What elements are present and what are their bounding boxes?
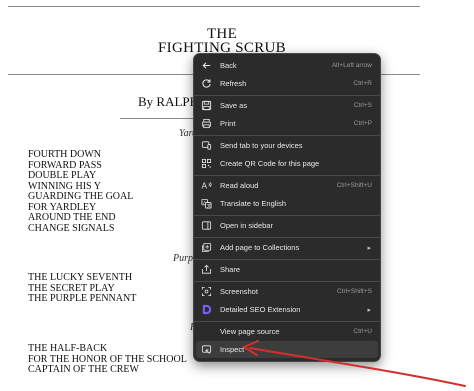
- menu-separator: [194, 175, 380, 176]
- collections-icon: [196, 239, 216, 256]
- svg-text:A: A: [201, 182, 207, 191]
- menu-separator: [194, 215, 380, 216]
- menu-item-shortcut: Ctrl+Shift+U: [336, 182, 372, 189]
- menu-item-screenshot[interactable]: Screenshot Ctrl+Shift+S: [196, 283, 378, 300]
- menu-item-label: Translate to English: [220, 199, 287, 208]
- menu-separator: [194, 135, 380, 136]
- translate-icon: A文: [196, 195, 216, 212]
- book-title: AROUND THE END: [28, 212, 116, 223]
- menu-item-translate[interactable]: A文 Translate to English: [196, 195, 378, 212]
- menu-item-save-as[interactable]: Save as Ctrl+S: [196, 97, 378, 114]
- book-title: CAPTAIN OF THE CREW: [28, 364, 139, 375]
- menu-item-shortcut: Ctrl+R: [353, 80, 372, 87]
- menu-item-shortcut: Ctrl+S: [353, 102, 372, 109]
- section3-book-list: THE HALF-BACK FOR THE HONOR OF THE SCHOO…: [28, 343, 187, 376]
- menu-separator: [194, 321, 380, 322]
- byline: By RALPH: [138, 94, 200, 109]
- menu-item-label: Refresh: [220, 79, 247, 88]
- menu-item-shortcut: Ctrl+P: [353, 120, 372, 127]
- book-title: CHANGE SIGNALS: [28, 222, 115, 234]
- read-aloud-icon: A: [196, 177, 216, 194]
- sidebar-icon: [196, 217, 216, 234]
- menu-item-print[interactable]: Print Ctrl+P: [196, 115, 378, 132]
- menu-item-back[interactable]: Back Alt+Left arrow: [196, 57, 378, 74]
- menu-separator: [194, 281, 380, 282]
- menu-separator: [194, 259, 380, 260]
- menu-item-open-in-sidebar[interactable]: Open in sidebar: [196, 217, 378, 234]
- inspect-icon: [196, 341, 216, 358]
- book-title: THE LUCKY SEVENTH: [28, 272, 133, 283]
- menu-item-label: View page source: [220, 327, 280, 336]
- menu-item-share[interactable]: Share: [196, 261, 378, 278]
- share-icon: [196, 261, 216, 278]
- book-title: THE HALF-BACK: [28, 343, 108, 354]
- menu-item-label: Read aloud: [220, 181, 259, 190]
- refresh-icon: [196, 75, 216, 92]
- menu-item-detailed-seo-extension[interactable]: Detailed SEO Extension ▸: [196, 301, 378, 318]
- menu-item-shortcut: Ctrl+U: [353, 328, 372, 335]
- screenshot-icon: [196, 283, 216, 300]
- section2-book-list: THE LUCKY SEVENTH THE SECRET PLAY THE PU…: [28, 272, 137, 305]
- menu-item-shortcut: Ctrl+Shift+S: [336, 288, 372, 295]
- menu-item-label: Share: [220, 265, 241, 274]
- book-title: DOUBLE PLAY: [28, 170, 97, 181]
- menu-item-label: Inspect: [220, 345, 245, 354]
- menu-item-label: Create QR Code for this page: [220, 159, 320, 168]
- browser-context-menu: Back Alt+Left arrow Refresh Ctrl+R Save …: [193, 53, 381, 362]
- menu-item-label: Send tab to your devices: [220, 141, 303, 150]
- menu-separator: [194, 95, 380, 96]
- back-arrow-icon: [196, 57, 216, 74]
- menu-item-shortcut: Alt+Left arrow: [331, 62, 372, 69]
- chevron-right-icon: ▸: [367, 244, 371, 252]
- menu-item-label: Print: [220, 119, 236, 128]
- menu-item-view-page-source[interactable]: View page source Ctrl+U: [196, 323, 378, 340]
- view-source-icon: [196, 323, 216, 340]
- menu-separator: [194, 237, 380, 238]
- menu-item-label: Screenshot: [220, 287, 258, 296]
- menu-item-label: Save as: [220, 101, 248, 110]
- top-rule: [8, 6, 420, 7]
- seo-extension-icon: [196, 301, 216, 318]
- qr-code-icon: [196, 155, 216, 172]
- send-tab-icon: [196, 137, 216, 154]
- chevron-right-icon: ▸: [367, 306, 371, 314]
- section1-book-list: FOURTH DOWN FORWARD PASS DOUBLE PLAY WIN…: [28, 149, 134, 234]
- book-title: THE PURPLE PENNANT: [28, 293, 137, 304]
- menu-item-label: Open in sidebar: [220, 221, 273, 230]
- print-icon: [196, 115, 216, 132]
- book-title: FOURTH DOWN: [28, 149, 102, 160]
- menu-item-inspect[interactable]: Inspect: [196, 341, 378, 358]
- menu-item-add-to-collections[interactable]: Add page to Collections ▸: [196, 239, 378, 256]
- menu-item-refresh[interactable]: Refresh Ctrl+R: [196, 75, 378, 92]
- save-icon: [196, 97, 216, 114]
- menu-item-label: Add page to Collections: [220, 243, 300, 252]
- menu-item-label: Back: [220, 61, 237, 70]
- menu-item-send-tab[interactable]: Send tab to your devices: [196, 137, 378, 154]
- book-title: GUARDING THE GOAL: [28, 191, 134, 202]
- menu-item-label: Detailed SEO Extension: [220, 305, 301, 314]
- menu-item-read-aloud[interactable]: A Read aloud Ctrl+Shift+U: [196, 177, 378, 194]
- menu-item-create-qr-code[interactable]: Create QR Code for this page: [196, 155, 378, 172]
